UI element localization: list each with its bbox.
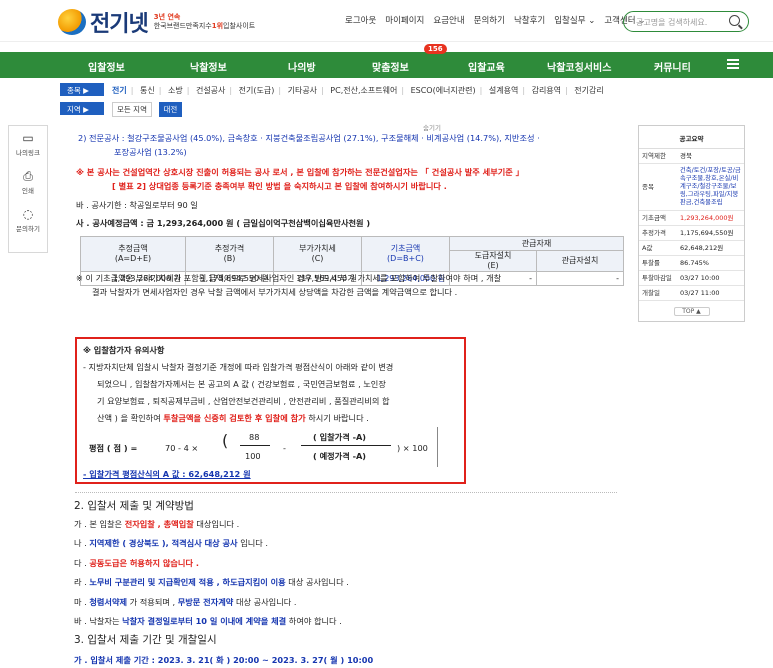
content-line: 바 . 공사기한 : 착공일로부터 90 일 — [76, 200, 198, 210]
table-header: 도급자설치 (E) — [449, 250, 537, 272]
pricing-link[interactable]: 요금안내 — [433, 14, 464, 26]
nav-award-info[interactable]: 낙찰정보 — [190, 59, 227, 74]
reviews-link[interactable]: 낙찰후기 — [514, 14, 545, 26]
mypage-link[interactable]: 마이페이지 — [385, 14, 424, 26]
notice-line: 되었으니 , 입찰참가자께서는 본 공고의 A 값 ( 건강보험료 , 국민연금… — [97, 379, 386, 389]
table-header: 관급자설치 — [536, 250, 624, 272]
section-divider — [75, 492, 617, 493]
content-line: ※ 이 기초금액은 부가가치세가 포함된 금액이므로 면세사업자인 경우 반드시… — [76, 273, 502, 283]
type-elec-supervision[interactable]: 전기감리 — [574, 86, 603, 95]
notice-line: 기 요양보험료 , 퇴직공제부금비 , 산업안전보건관리비 , 안전관리비 , … — [97, 396, 390, 406]
notice-title: ※ 입찰참가자 유의사항 — [83, 345, 165, 355]
content-line: 라 . 노무비 구분관리 및 지급확인제 적용 , 하도급지킴이 이용 대상 공… — [74, 577, 349, 587]
table-header: 기초금액 (D=B+C) — [361, 236, 450, 272]
nav-coaching[interactable]: 낙찰코칭서비스 — [547, 59, 611, 74]
summary-row: A값 62,648,212원 — [639, 240, 744, 256]
section-title: 2. 입찰서 제출 및 계약방법 — [74, 500, 194, 512]
content-line: 나 . 지역제한 ( 경상북도 ), 적격심사 대상 공사 입니다 . — [74, 538, 268, 548]
search-icon[interactable] — [729, 15, 740, 26]
summary-title: 공고요약 — [639, 126, 744, 149]
search-input[interactable]: 공고명을 검색하세요. — [623, 11, 749, 32]
content-line: 가 . 입찰서 제출 기간 : 2023. 3. 21( 화 ) 20:00 ~… — [74, 655, 374, 665]
print-button[interactable]: ⎙ 인쇄 — [9, 164, 47, 202]
region-label: 지역 ▶ — [60, 102, 104, 115]
summary-row: 개찰일 03/27 11:00 — [639, 285, 744, 301]
content-line: ※ 본 공사는 건설업역간 상호시장 진출이 허용되는 공사 로서 , 본 입찰… — [76, 167, 524, 177]
region-all-button[interactable]: 모든 지역 — [112, 102, 152, 117]
type-electric-contract[interactable]: 전기(도급) — [239, 86, 275, 95]
type-telecom[interactable]: 통신 — [140, 86, 155, 95]
type-supervision[interactable]: 감리용역 — [532, 86, 561, 95]
type-label: 종목 ▶ — [60, 83, 104, 96]
type-fire[interactable]: 소방 — [168, 86, 183, 95]
bid-practice-menu[interactable]: 입찰실무 ⌄ — [554, 14, 595, 26]
top-links: 로그아웃 마이페이지 요금안내 문의하기 낙찰후기 입찰실무 ⌄ 고객센터 ⌄ — [345, 14, 654, 26]
site-logo[interactable]: 전기넷 3년 연속 한국브랜드만족지수1위입찰사이트 — [58, 6, 255, 38]
nav-education[interactable]: 입찰교육 — [468, 59, 505, 74]
type-construction[interactable]: 건설공사 — [196, 86, 225, 95]
notice-summary-box: 공고요약 지역제한 경북 종목 건축/토건/포장/토공/금속구조물,창호,온실/비계… — [638, 125, 745, 322]
content-line: 사 . 공사예정금액 : 금 1,293,264,000 원 ( 금일십이억구천… — [76, 218, 371, 228]
notice-a-value: - 입찰가격 평점산식의 A 값 : 62,648,212 원 — [83, 469, 251, 479]
category-row: 종목 ▶ 전기 | 통신 | 소방 | 건설공사 | 전기(도급) | 기타공사 | PC,… — [60, 80, 760, 98]
content-line: [ 별표 2] 상대업종 등록기준 충족여부 확인 방법 을 숙지하시고 본 입… — [112, 181, 447, 191]
top-button[interactable]: TOP ▲ — [673, 307, 710, 316]
content-line: 다 . 공동도급은 허용하지 않습니다 . — [74, 558, 199, 568]
logout-link[interactable]: 로그아웃 — [345, 14, 376, 26]
table-header: 부가가치세 (C) — [273, 236, 362, 272]
logo-icon — [58, 9, 86, 35]
nav-bid-info[interactable]: 입찰정보 — [88, 59, 125, 74]
region-daejeon-button[interactable]: 대전 — [158, 102, 183, 117]
summary-row: 기초금액 1,293,264,000원 — [639, 210, 744, 226]
content-line: 가 . 본 입찰은 전자입찰 , 총액입찰 대상입니다 . — [74, 519, 240, 529]
summary-row: 지역제한 경북 — [639, 149, 744, 164]
region-row: 지역 ▶ 모든 지역 대전 — [60, 99, 760, 117]
hide-tooltip[interactable]: 숨기기 — [423, 122, 441, 132]
type-electric[interactable]: 전기 — [112, 86, 127, 95]
left-quick-bar: ▭ 나의링크 ⎙ 인쇄 ◌ 문의하기 — [8, 125, 48, 253]
summary-row: 투찰마감일 03/27 10:00 — [639, 270, 744, 286]
inquiry-button[interactable]: ◌ 문의하기 — [9, 202, 47, 240]
type-design[interactable]: 설계용역 — [489, 86, 518, 95]
bidder-notice-box: ※ 입찰참가자 유의사항 - 지방자치단체 입찰시 낙찰자 결정기준 개정에 따… — [75, 337, 466, 484]
nav-my-room[interactable]: 나의방 — [288, 59, 316, 74]
menu-icon[interactable] — [727, 59, 739, 69]
summary-row: 투찰률 86.745% — [639, 255, 744, 271]
table-header: 관급자재 — [449, 236, 624, 251]
table-header: 추정가격 (B) — [185, 236, 274, 272]
print-icon: ⎙ — [23, 169, 33, 183]
table-header: 추정금액 (A=D+E) — [80, 236, 186, 272]
summary-row: 추정가격 1,175,694,550원 — [639, 225, 744, 241]
content-line: 포장공사업 (13.2%) — [114, 147, 187, 157]
nav-custom-info[interactable]: 맞춤정보 — [372, 59, 409, 74]
score-formula: 평점 ( 점 ) = 70 - 4 × ( 88 100 - ( 입찰가격 -A… — [87, 427, 457, 469]
content-line: 결과 낙찰자가 면세사업자인 경우 낙찰 금액에서 부가가치세 상당액을 차감한… — [92, 287, 458, 297]
summary-row: 종목 건축/토건/포장/토공/금속구조물,창호,온실/비계구조/철강구조물/보링,… — [639, 163, 744, 211]
custom-info-badge: 156 — [424, 44, 447, 54]
content-line: 2) 전문공사 : 철강구조물공사업 (45.0%), 금속창호 · 지붕건축물… — [78, 133, 540, 143]
main-nav: 입찰정보 낙찰정보 나의방 맞춤정보 입찰교육 낙찰코칭서비스 커뮤니티 — [0, 52, 773, 78]
type-pc[interactable]: PC,전산,소프트웨어 — [330, 86, 397, 95]
my-link-button[interactable]: ▭ 나의링크 — [9, 126, 47, 164]
notice-line: 산액 ) 을 확인하여 투찰금액을 신중히 검토한 후 입찰에 참가 하시기 바… — [97, 413, 369, 423]
type-other[interactable]: 기타공사 — [288, 86, 317, 95]
folder-icon: ▭ — [22, 131, 34, 145]
content-line: 바 . 낙찰자는 낙찰자 결정일로부터 10 일 이내에 계약을 체결 하여야 … — [74, 616, 342, 626]
top-header: 전기넷 3년 연속 한국브랜드만족지수1위입찰사이트 로그아웃 마이페이지 요금… — [0, 0, 773, 42]
logo-tagline: 3년 연속 한국브랜드만족지수1위입찰사이트 — [153, 13, 256, 30]
section-title: 3. 입찰서 제출 기간 및 개찰일시 — [74, 634, 217, 646]
content-line: 마 . 청렴서약제 가 적용되며 , 무방문 전자계약 대상 공사입니다 . — [74, 597, 297, 607]
type-esco[interactable]: ESCO(에너지관련) — [411, 86, 476, 95]
notice-line: - 지방자치단체 입찰시 낙찰자 결정기준 개정에 따라 입찰가격 평점산식이 … — [83, 362, 394, 372]
nav-community[interactable]: 커뮤니티 — [654, 59, 691, 74]
chat-icon: ◌ — [22, 207, 34, 221]
contact-link[interactable]: 문의하기 — [474, 14, 505, 26]
table-cell: - — [536, 271, 624, 286]
logo-text: 전기넷 — [90, 12, 149, 37]
